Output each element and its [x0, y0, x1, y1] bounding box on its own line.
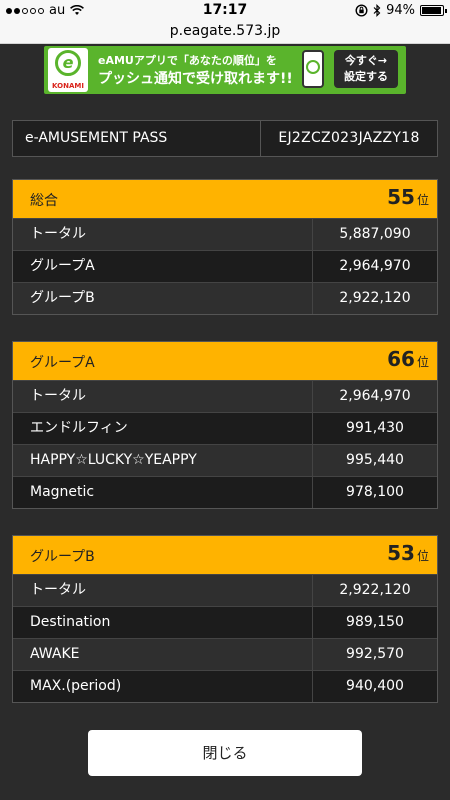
- row-score: 978,100: [346, 484, 404, 500]
- ranking-title: 総合: [30, 193, 58, 209]
- row-score: 5,887,090: [339, 226, 411, 242]
- table-row: Destination 989,150: [13, 606, 437, 638]
- row-label: MAX.(period): [13, 671, 313, 702]
- close-button[interactable]: 閉じる: [88, 730, 362, 776]
- row-label: Destination: [13, 607, 313, 638]
- table-row: MAX.(period) 940,400: [13, 670, 437, 702]
- row-label: グループB: [13, 283, 313, 314]
- pass-label: e-AMUSEMENT PASS: [13, 121, 261, 156]
- row-label: トータル: [13, 219, 313, 250]
- row-score: 992,570: [346, 646, 404, 662]
- row-label: トータル: [13, 381, 313, 412]
- status-indicators: 94%: [355, 3, 447, 18]
- row-score: 940,400: [346, 678, 404, 694]
- banner-headline: eAMUアプリで「あなたの順位」を: [98, 54, 277, 67]
- ranking-title: グループB: [30, 549, 95, 565]
- row-score: 2,964,970: [339, 258, 411, 274]
- table-row: HAPPY☆LUCKY☆YEAPPY 995,440: [13, 444, 437, 476]
- setup-now-line1: 今すぐ→: [344, 54, 388, 67]
- row-score: 2,964,970: [339, 388, 411, 404]
- battery-icon: [420, 5, 447, 16]
- ranking-position: 55 位: [387, 185, 429, 209]
- table-row: Magnetic 978,100: [13, 476, 437, 508]
- row-label: グループA: [13, 251, 313, 282]
- ranking-group-a: グループA 66 位 トータル 2,964,970 エンドルフィン 991,430 H…: [12, 341, 438, 509]
- setup-now-line2: 設定する: [344, 70, 388, 83]
- app-promo-banner[interactable]: e KONAMI eAMUアプリで「あなたの順位」を プッシュ通知で受け取れます…: [44, 46, 406, 94]
- rank-suffix: 位: [416, 193, 429, 207]
- row-label: トータル: [13, 575, 313, 606]
- table-row: トータル 2,964,970: [13, 380, 437, 412]
- row-label: Magnetic: [13, 477, 313, 508]
- e-logo-icon: e: [55, 50, 81, 76]
- rank-number: 55: [387, 185, 415, 209]
- row-score: 989,150: [346, 614, 404, 630]
- ranking-overall: 総合 55 位 トータル 5,887,090 グループA 2,964,970 グループ…: [12, 179, 438, 315]
- rank-suffix: 位: [416, 549, 429, 563]
- rank-suffix: 位: [416, 355, 429, 369]
- smartphone-icon: [302, 50, 324, 88]
- ranking-position: 66 位: [387, 347, 429, 371]
- ranking-header: グループA 66 位: [13, 342, 437, 380]
- table-row: AWAKE 992,570: [13, 638, 437, 670]
- ranking-position: 53 位: [387, 541, 429, 565]
- ranking-title: グループA: [30, 355, 95, 371]
- row-label: エンドルフィン: [13, 413, 313, 444]
- status-bar: au 17:17 94%: [0, 0, 450, 20]
- ranking-header: グループB 53 位: [13, 536, 437, 574]
- bluetooth-icon: [373, 4, 381, 17]
- battery-percent: 94%: [386, 3, 415, 18]
- table-row: トータル 2,922,120: [13, 574, 437, 606]
- rank-number: 66: [387, 347, 415, 371]
- ranking-header: 総合 55 位: [13, 180, 437, 218]
- row-label: HAPPY☆LUCKY☆YEAPPY: [13, 445, 313, 476]
- table-row: グループA 2,964,970: [13, 250, 437, 282]
- eamusement-logo: e KONAMI: [48, 48, 88, 92]
- url-text: p.eagate.573.jp: [169, 23, 281, 39]
- table-row: グループB 2,922,120: [13, 282, 437, 314]
- address-bar[interactable]: p.eagate.573.jp: [0, 20, 450, 44]
- setup-now-button[interactable]: 今すぐ→ 設定する: [334, 50, 398, 88]
- ranking-group-b: グループB 53 位 トータル 2,922,120 Destination 989,1…: [12, 535, 438, 703]
- row-label: AWAKE: [13, 639, 313, 670]
- banner-subheadline: プッシュ通知で受け取れます!!: [98, 71, 293, 87]
- pass-id: EJ2ZCZ023JAZZY18: [278, 130, 420, 146]
- row-score: 995,440: [346, 452, 404, 468]
- table-row: トータル 5,887,090: [13, 218, 437, 250]
- row-score: 2,922,120: [339, 290, 411, 306]
- table-row: エンドルフィン 991,430: [13, 412, 437, 444]
- konami-logo: KONAMI: [52, 82, 84, 90]
- eamusement-pass-box: e-AMUSEMENT PASS EJ2ZCZ023JAZZY18: [12, 120, 438, 157]
- rank-number: 53: [387, 541, 415, 565]
- row-score: 991,430: [346, 420, 404, 436]
- orientation-lock-icon: [355, 4, 368, 17]
- row-score: 2,922,120: [339, 582, 411, 598]
